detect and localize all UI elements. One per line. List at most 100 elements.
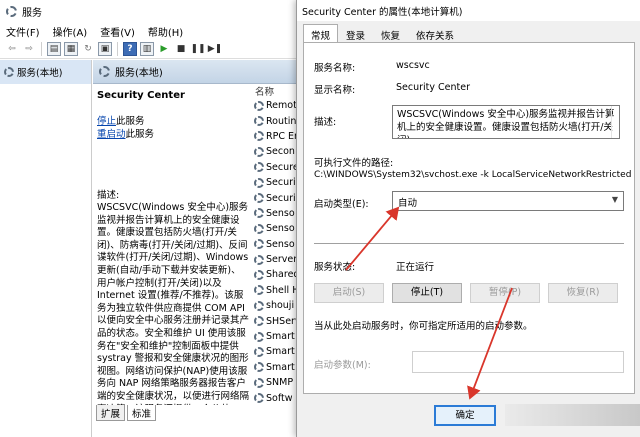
stop-service-suffix: 此服务 bbox=[116, 116, 145, 127]
main-pane-title: 服务(本地) bbox=[115, 68, 163, 79]
list-item-label: SNMP bbox=[266, 377, 294, 389]
gear-icon bbox=[254, 193, 264, 204]
stop-button[interactable]: 停止(T) bbox=[392, 283, 462, 303]
services-main-pane: 服务(本地) Security Center 停止此服务 重启动此服务 描述: … bbox=[93, 60, 300, 437]
list-item[interactable]: Shell H bbox=[253, 283, 300, 298]
list-item-label: shouji bbox=[266, 300, 295, 312]
pause-button[interactable]: 暂停(P) bbox=[470, 283, 540, 303]
service-list-body: Remot Routin RPC Er Secon Secure Securi Securi… bbox=[253, 98, 300, 405]
gear-icon bbox=[254, 223, 264, 234]
menu-action[interactable]: 操作(A) bbox=[53, 24, 88, 39]
list-item[interactable]: Secure bbox=[253, 160, 300, 175]
gear-icon bbox=[254, 331, 264, 342]
list-item-label: RPC Er bbox=[266, 130, 298, 142]
gear-icon bbox=[254, 393, 264, 404]
restart-service-line: 重启动此服务 bbox=[97, 128, 249, 141]
service-detail-pane: Security Center 停止此服务 重启动此服务 描述: WSCSVC(… bbox=[93, 84, 253, 405]
console-tree: 服务(本地) bbox=[0, 60, 92, 437]
gear-icon bbox=[254, 300, 264, 311]
chevron-down-icon: ▼ bbox=[611, 195, 618, 204]
console-tree-icon[interactable]: ▤ bbox=[47, 42, 61, 56]
list-item-label: Senso bbox=[266, 207, 295, 219]
stop-icon[interactable]: ■ bbox=[174, 42, 188, 56]
list-item[interactable]: Softw bbox=[253, 390, 300, 405]
list-item[interactable]: Senso bbox=[253, 221, 300, 236]
toolbar-divider bbox=[117, 42, 118, 56]
start-params-hint: 当从此处启动服务时，你可指定所适用的启动参数。 bbox=[314, 321, 533, 332]
tree-item-services-local[interactable]: 服务(本地) bbox=[0, 60, 91, 84]
list-item-label: Smart bbox=[266, 346, 295, 358]
list-item[interactable]: Secon bbox=[253, 144, 300, 159]
gear-icon bbox=[254, 239, 264, 250]
tab-recovery[interactable]: 恢复 bbox=[373, 24, 408, 42]
list-item[interactable]: SHServ bbox=[253, 313, 300, 328]
restart-service-suffix: 此服务 bbox=[125, 129, 155, 140]
forward-arrow-icon[interactable]: ⇨ bbox=[22, 42, 36, 56]
description-box[interactable]: WSCSVC(Windows 安全中心)服务监视并报告计算机上的安全健康设置。健… bbox=[392, 105, 620, 139]
service-description: WSCSVC(Windows 安全中心)服务监视并报告计算机上的安全健康设置。健… bbox=[97, 202, 250, 405]
list-item[interactable]: Shared bbox=[253, 267, 300, 282]
stop-service-link[interactable]: 停止 bbox=[97, 116, 116, 127]
list-item[interactable]: Remot bbox=[253, 98, 300, 113]
list-item[interactable]: SNMP bbox=[253, 375, 300, 390]
watermark-overlay bbox=[505, 404, 640, 426]
ok-button[interactable]: 确定 bbox=[434, 405, 496, 426]
view-icon[interactable]: ▥ bbox=[140, 42, 154, 56]
list-column-name[interactable]: 名称 bbox=[253, 84, 300, 98]
service-status-value: 正在运行 bbox=[396, 262, 435, 273]
start-button[interactable]: 启动(S) bbox=[314, 283, 384, 303]
display-name-value: Security Center bbox=[396, 82, 471, 93]
restart-service-link[interactable]: 重启动 bbox=[97, 129, 126, 140]
tab-general[interactable]: 常规 bbox=[303, 24, 339, 42]
list-item[interactable]: Routin bbox=[253, 113, 300, 128]
description-scrollbar[interactable] bbox=[611, 106, 619, 138]
toolbar: ⇦ ⇨ ▤ ▦ ↻ ▣ ? ▥ ▶ ■ ❚❚ ▶❚ bbox=[0, 40, 300, 59]
pause-icon[interactable]: ❚❚ bbox=[190, 42, 205, 56]
resume-button[interactable]: 恢复(R) bbox=[548, 283, 618, 303]
list-item[interactable]: Smart bbox=[253, 344, 300, 359]
help-icon[interactable]: ? bbox=[123, 42, 137, 56]
toolbar-divider bbox=[41, 42, 42, 56]
gear-icon bbox=[99, 66, 110, 77]
list-item[interactable]: Securi bbox=[253, 175, 300, 190]
list-item[interactable]: Senso bbox=[253, 206, 300, 221]
menu-view[interactable]: 查看(V) bbox=[100, 24, 135, 39]
start-params-input[interactable] bbox=[412, 351, 624, 373]
list-item[interactable]: Senso bbox=[253, 237, 300, 252]
tree-item-label: 服务(本地) bbox=[17, 68, 63, 79]
export-list-icon[interactable]: ▣ bbox=[98, 42, 112, 56]
tab-extended[interactable]: 扩展 bbox=[96, 405, 126, 421]
menu-help[interactable]: 帮助(H) bbox=[148, 24, 183, 39]
properties-icon[interactable]: ▦ bbox=[64, 42, 78, 56]
gear-icon bbox=[254, 285, 264, 296]
general-tab-panel: 服务名称: wscsvc 显示名称: Security Center 描述: W… bbox=[303, 42, 635, 394]
list-item[interactable]: Securi bbox=[253, 190, 300, 205]
gear-icon bbox=[254, 131, 264, 142]
start-icon[interactable]: ▶ bbox=[157, 42, 171, 56]
list-item-label: Senso bbox=[266, 223, 295, 235]
back-arrow-icon[interactable]: ⇦ bbox=[5, 42, 19, 56]
stop-service-line: 停止此服务 bbox=[97, 115, 249, 128]
list-item[interactable]: Smart bbox=[253, 360, 300, 375]
list-item-label: Secon bbox=[266, 146, 295, 158]
list-item-label: Shell H bbox=[266, 284, 300, 296]
tab-standard[interactable]: 标准 bbox=[127, 405, 157, 421]
services-window-title: 服务 bbox=[22, 7, 42, 19]
tab-dependencies[interactable]: 依存关系 bbox=[408, 24, 462, 42]
tab-logon[interactable]: 登录 bbox=[338, 24, 373, 42]
list-item-label: Remot bbox=[266, 100, 297, 112]
gear-icon bbox=[254, 377, 264, 388]
startup-type-select[interactable]: 自动 ▼ bbox=[392, 191, 624, 211]
menu-file[interactable]: 文件(F) bbox=[6, 24, 40, 39]
gear-icon bbox=[254, 116, 264, 127]
list-item-label: Senso bbox=[266, 238, 295, 250]
list-item[interactable]: shouji bbox=[253, 298, 300, 313]
list-item[interactable]: Smart bbox=[253, 329, 300, 344]
refresh-icon[interactable]: ↻ bbox=[81, 42, 95, 56]
restart-icon[interactable]: ▶❚ bbox=[208, 42, 222, 56]
gear-icon bbox=[254, 269, 264, 280]
list-item[interactable]: RPC Er bbox=[253, 129, 300, 144]
list-item[interactable]: Server bbox=[253, 252, 300, 267]
dialog-title: Security Center 的属性(本地计算机) bbox=[297, 0, 640, 21]
gear-icon bbox=[254, 100, 264, 111]
